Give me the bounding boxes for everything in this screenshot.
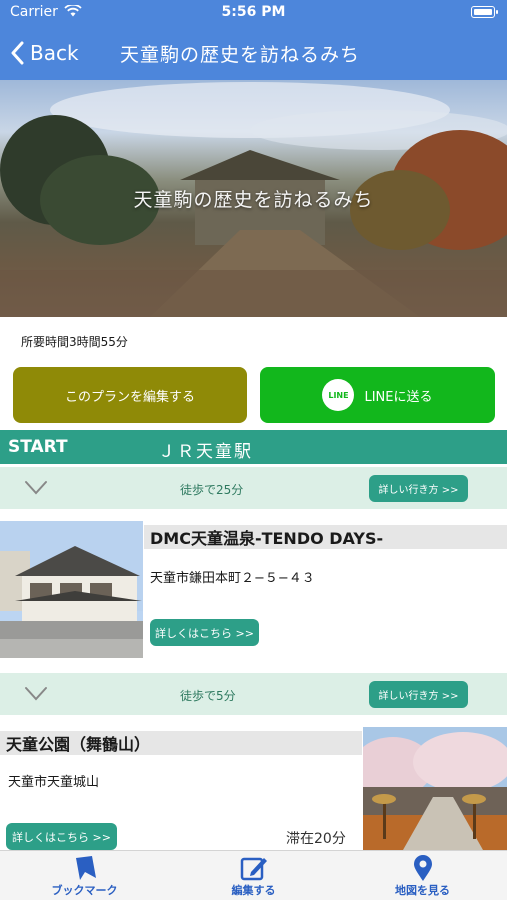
spot-detail-label: 詳しくはこちら >> — [155, 626, 254, 640]
route-row: 徒歩で25分 詳しい行き方 >> — [0, 467, 507, 509]
stay-duration: 滞在20分 — [286, 831, 346, 847]
spot-photo-image — [0, 521, 143, 658]
battery-icon — [471, 6, 498, 18]
edit-plan-button[interactable]: このプランを編集する — [13, 367, 247, 423]
tab-label: 地図を見る — [395, 884, 450, 897]
spot-detail-button[interactable]: 詳しくはこちら >> — [150, 619, 259, 646]
bookmark-icon — [75, 856, 96, 880]
start-label: START — [8, 437, 68, 457]
page-title: 天童駒の歴史を訪ねるみち — [120, 44, 361, 66]
map-pin-icon — [413, 855, 432, 881]
duration-text: 所要時間3時間55分 — [21, 335, 128, 349]
spot-photo — [0, 521, 143, 658]
spot-address: 天童市鎌田本町２−５−４３ — [150, 571, 315, 586]
edit-icon — [240, 857, 267, 881]
tab-label: 編集する — [231, 884, 276, 897]
tab-map[interactable]: 地図を見る — [338, 851, 507, 901]
tab-label: ブックマーク — [51, 884, 118, 897]
back-label: Back — [30, 41, 79, 65]
hero-image: 天童駒の歴史を訪ねるみち — [0, 80, 507, 317]
spot-photo — [363, 727, 507, 850]
edit-plan-label: このプランを編集する — [64, 389, 195, 405]
chevron-down-icon — [25, 687, 47, 701]
send-line-button[interactable]: LINE LINEに送る — [260, 367, 495, 423]
send-line-label: LINEに送る — [364, 389, 433, 405]
tab-bookmark[interactable]: ブックマーク — [0, 851, 169, 901]
back-button[interactable]: Back — [10, 38, 79, 68]
spot-address: 天童市天童城山 — [8, 775, 100, 790]
spot-name: 天童公園（舞鶴山） — [0, 731, 362, 755]
hero-title: 天童駒の歴史を訪ねるみち — [133, 189, 374, 211]
start-bar: START ＪＲ天童駅 — [0, 430, 507, 464]
tab-edit[interactable]: 編集する — [169, 851, 338, 901]
chevron-left-icon — [11, 41, 24, 65]
line-logo-icon: LINE — [322, 379, 355, 411]
start-station: ＪＲ天童駅 — [158, 442, 253, 462]
route-detail-button[interactable]: 詳しい行き方 >> — [369, 475, 468, 502]
chevron-down-icon — [25, 481, 47, 495]
route-duration: 徒歩で25分 — [180, 483, 244, 497]
spot-detail-button[interactable]: 詳しくはこちら >> — [6, 823, 117, 850]
route-duration: 徒歩で5分 — [180, 689, 236, 703]
route-detail-button[interactable]: 詳しい行き方 >> — [369, 681, 468, 708]
status-time: 5:56 PM — [221, 4, 286, 20]
navigation-bar: Carrier 5:56 PM Back 天童駒の歴史を訪ねるみち — [0, 0, 507, 80]
tab-bar: ブックマーク 編集する 地図を見る — [0, 850, 507, 900]
spot-photo-image — [363, 727, 507, 850]
route-row: 徒歩で5分 詳しい行き方 >> — [0, 673, 507, 715]
spot-name: DMC天童温泉-TENDO DAYS- — [144, 525, 507, 549]
route-detail-label: 詳しい行き方 >> — [378, 691, 459, 702]
spot-detail-label: 詳しくはこちら >> — [12, 830, 111, 844]
route-detail-label: 詳しい行き方 >> — [378, 485, 459, 496]
